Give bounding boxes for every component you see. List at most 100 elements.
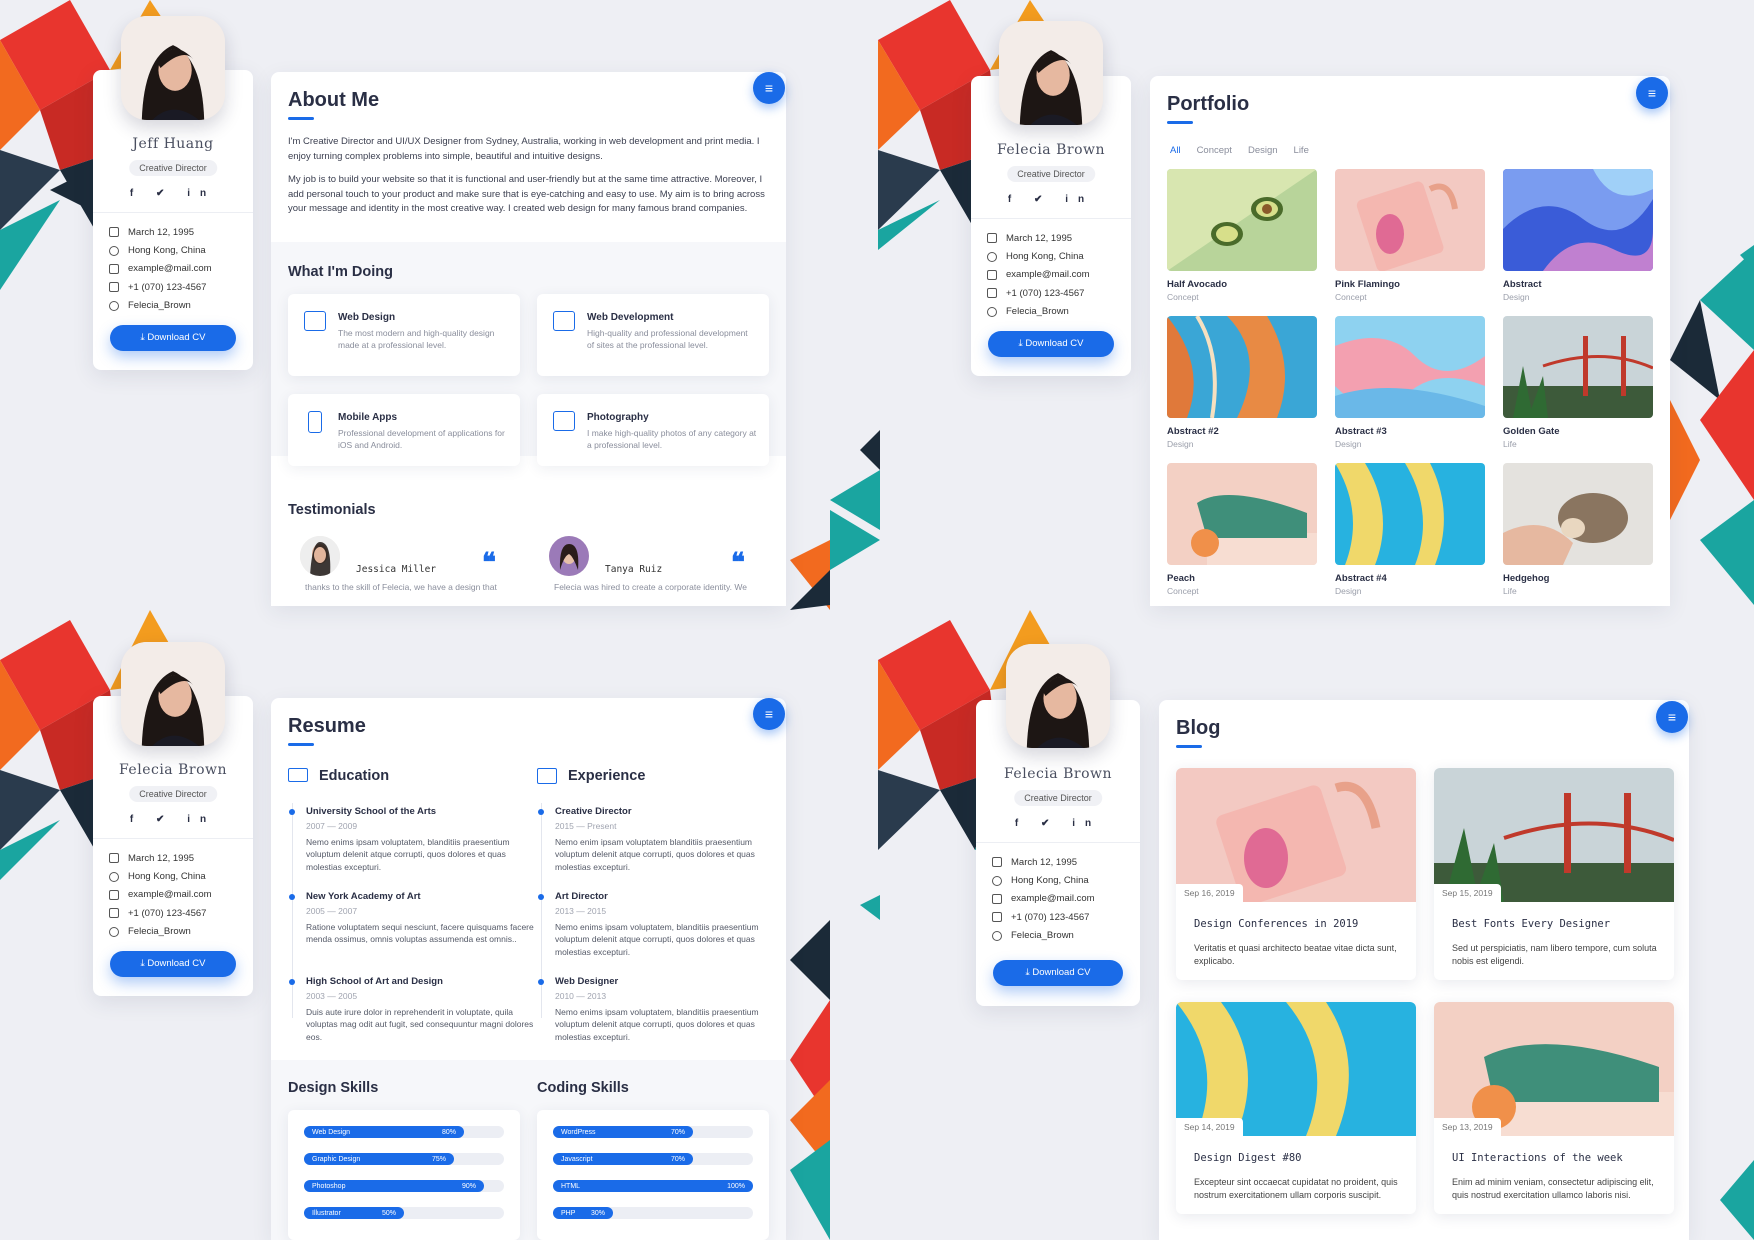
email-row[interactable]: example@mail.com [109, 260, 243, 278]
menu-button[interactable]: ≡ [753, 698, 785, 730]
download-cv-button[interactable]: ⤓ Download CV [110, 325, 236, 351]
location: Hong Kong, China [1006, 251, 1084, 263]
profile-info-list: March 12, 1995 Hong Kong, China example@… [992, 853, 1130, 945]
coding-skills-box: WordPress 70% Javascript 70% HTML 100% PHP 3… [537, 1110, 769, 1240]
page-title: Blog [1176, 717, 1221, 739]
birthday-row: March 12, 1995 [987, 229, 1121, 247]
skill-name: HTML [561, 1182, 581, 1190]
post-title[interactable]: Best Fonts Every Designer [1452, 918, 1610, 930]
skill-fill: Javascript 70% [553, 1153, 693, 1165]
item-years: 2010 — 2013 [555, 991, 607, 1001]
social-links[interactable]: f ✔ in [93, 188, 253, 199]
menu-button[interactable]: ≡ [753, 72, 785, 104]
location: Hong Kong, China [128, 245, 206, 257]
skill-bar: Web Design 80% [304, 1126, 504, 1138]
filter-design[interactable]: Design [1248, 145, 1278, 156]
email-row[interactable]: example@mail.com [992, 890, 1130, 908]
timeline-line [541, 803, 542, 1018]
skill-bar: Photoshop 90% [304, 1180, 504, 1192]
skype-row[interactable]: Felecia_Brown [987, 303, 1121, 321]
email-row[interactable]: example@mail.com [109, 886, 243, 904]
phone-row[interactable]: +1 (070) 123-4567 [109, 904, 243, 922]
download-cv-button[interactable]: ⤓ Download CV [110, 951, 236, 977]
phone-row[interactable]: +1 (070) 123-4567 [109, 278, 243, 296]
filter-life[interactable]: Life [1294, 145, 1309, 156]
portfolio-item-image[interactable] [1503, 169, 1653, 271]
portfolio-item-image[interactable] [1335, 169, 1485, 271]
skill-percent: 100% [727, 1182, 745, 1190]
skill-bar: PHP 30% [553, 1207, 753, 1219]
portfolio-item-image[interactable] [1503, 316, 1653, 418]
blog-post-card[interactable]: Sep 14, 2019 Design Digest #80 Excepteur… [1176, 1002, 1416, 1214]
menu-button[interactable]: ≡ [1636, 77, 1668, 109]
skype-row[interactable]: Felecia_Brown [992, 927, 1130, 945]
graduation-icon [288, 768, 308, 782]
timeline-dot [538, 894, 544, 900]
about-panel: About Me I'm Creative Director and UI/UX… [271, 72, 786, 606]
experience-item: Web Designer 2010 — 2013 Nemo enims ipsam … [538, 976, 785, 1043]
portfolio-item-title: Pink Flamingo [1335, 279, 1400, 290]
post-title[interactable]: Design Digest #80 [1194, 1152, 1301, 1164]
avatar [121, 642, 225, 746]
page-title: About Me [288, 89, 380, 111]
email-row[interactable]: example@mail.com [987, 266, 1121, 284]
blog-post-card[interactable]: Sep 13, 2019 UI Interactions of the week… [1434, 1002, 1674, 1214]
code-icon [553, 311, 575, 331]
item-title: Creative Director [555, 806, 632, 817]
filter-concept[interactable]: Concept [1197, 145, 1232, 156]
phone-row[interactable]: +1 (070) 123-4567 [987, 284, 1121, 302]
portfolio-item-image[interactable] [1503, 463, 1653, 565]
phone: +1 (070) 123-4567 [128, 281, 207, 293]
item-desc: Nemo enims ipsam voluptatem, blanditiis … [306, 837, 510, 872]
download-cv-button[interactable]: ⤓ Download CV [993, 960, 1123, 986]
skill-bar: WordPress 70% [553, 1126, 753, 1138]
skype: Felecia_Brown [1006, 306, 1069, 318]
social-links[interactable]: f ✔ in [976, 818, 1140, 829]
skill-name: WordPress [561, 1128, 596, 1136]
social-links[interactable]: f ✔ in [93, 814, 253, 825]
skill-fill: HTML 100% [553, 1180, 753, 1192]
email: example@mail.com [128, 889, 212, 901]
post-image [1434, 768, 1674, 902]
skype-row[interactable]: Felecia_Brown [109, 923, 243, 941]
portfolio-item-image[interactable] [1167, 169, 1317, 271]
portfolio-item-image[interactable] [1167, 463, 1317, 565]
timeline-dot [538, 809, 544, 815]
menu-button[interactable]: ≡ [1656, 701, 1688, 733]
birthday: March 12, 1995 [128, 226, 195, 238]
portfolio-item-title: Hedgehog [1503, 573, 1550, 584]
social-links[interactable]: f ✔ in [971, 194, 1131, 205]
item-desc: Duis aute irure dolor in reprehenderit i… [306, 1007, 534, 1042]
skill-bar: HTML 100% [553, 1180, 753, 1192]
avatar [549, 536, 589, 576]
post-title[interactable]: UI Interactions of the week [1452, 1152, 1623, 1164]
education-title: Education [319, 768, 390, 784]
item-years: 2013 — 2015 [555, 906, 607, 916]
post-title[interactable]: Design Conferences in 2019 [1194, 918, 1358, 930]
post-excerpt: Excepteur sint occaecat cupidatat no pro… [1194, 1177, 1398, 1201]
download-cv-button[interactable]: ⤓ Download CV [988, 331, 1114, 357]
portfolio-item-category: Concept [1167, 292, 1199, 302]
mail-icon [987, 269, 997, 280]
quote-icon: ❝ [482, 548, 496, 578]
portfolio-item-image[interactable] [1335, 316, 1485, 418]
blog-post-card[interactable]: Sep 16, 2019 Design Conferences in 2019 … [1176, 768, 1416, 980]
skype-row[interactable]: Felecia_Brown [109, 297, 243, 315]
timeline-dot [289, 894, 295, 900]
post-image [1176, 1002, 1416, 1136]
skill-percent: 70% [670, 1128, 685, 1136]
blog-post-card[interactable]: Sep 15, 2019 Best Fonts Every Designer S… [1434, 768, 1674, 980]
portfolio-item-category: Life [1503, 586, 1517, 596]
testimonial-text: Felecia was hired to create a corporate … [554, 582, 747, 592]
item-title: New York Academy of Art [306, 891, 421, 902]
skill-name: Graphic Design [312, 1155, 361, 1163]
phone-row[interactable]: +1 (070) 123-4567 [992, 908, 1130, 926]
filter-all[interactable]: All [1170, 145, 1181, 156]
avatar [999, 21, 1103, 125]
skill-fill: PHP 30% [553, 1207, 613, 1219]
divider [976, 842, 1140, 843]
calendar-icon [987, 233, 997, 244]
portfolio-item-image[interactable] [1335, 463, 1485, 565]
portfolio-item-image[interactable] [1167, 316, 1317, 418]
skype-icon [109, 926, 119, 937]
